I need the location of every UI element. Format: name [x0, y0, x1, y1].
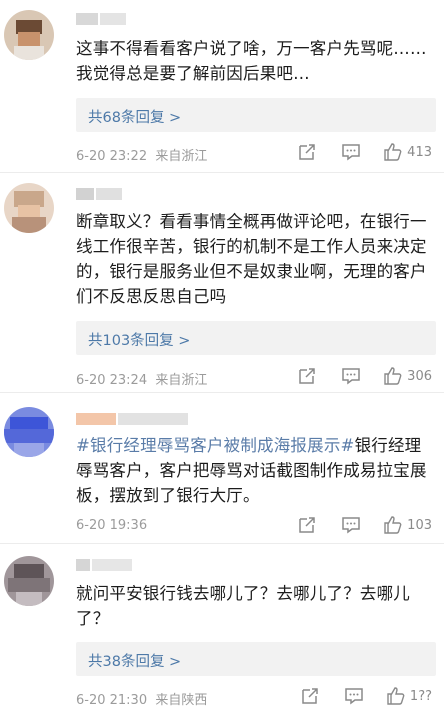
comment-text: 这事不得看看客户说了啥，万一客户先骂呢……我觉得总是要了解前因后果吧… [76, 39, 427, 83]
like-count: 103 [407, 517, 432, 533]
share-icon[interactable] [297, 142, 317, 162]
avatar[interactable] [4, 183, 54, 233]
reply-count-label: 共103条回复 > [88, 333, 191, 349]
hashtag-link[interactable]: #银行经理辱骂客户被制成海报展示# [76, 436, 355, 455]
comment-meta: 6-20 23:22 来自浙江 [76, 145, 207, 164]
comment-text: 断章取义？看看事情全概再做评论吧，在银行一线工作很辛苦，银行的机制不是工作人员来… [76, 212, 427, 306]
share-icon[interactable] [297, 366, 317, 386]
like-icon[interactable] [383, 515, 403, 535]
comment-time: 6-20 21:30 [76, 693, 148, 708]
share-icon[interactable] [300, 686, 320, 706]
comment-actions: 1?? [300, 686, 432, 706]
comment-text: #银行经理辱骂客户被制成海报展示#银行经理辱骂客户，客户把辱骂对话截图制作成易拉… [76, 433, 436, 508]
comment-location: 来自陕西 [155, 693, 208, 708]
like-icon[interactable] [386, 686, 406, 706]
comment-item: 就问平安银行钱去哪儿了？去哪儿了？去哪儿了？ 共38条回复 > 6-20 21:… [0, 544, 444, 716]
comment-icon[interactable] [341, 142, 361, 162]
comment-meta: 6-20 19:36 [76, 518, 147, 533]
like-count: 413 [407, 144, 432, 160]
like-icon[interactable] [383, 366, 403, 386]
avatar[interactable] [4, 556, 54, 606]
comment-location: 来自浙江 [155, 373, 208, 388]
comment-text: 就问平安银行钱去哪儿了？去哪儿了？去哪儿了？ [76, 584, 410, 628]
reply-count-button[interactable]: 共103条回复 > [76, 321, 436, 355]
reply-count-button[interactable]: 共68条回复 > [76, 98, 436, 132]
comment-meta: 6-20 23:24 来自浙江 [76, 369, 207, 388]
comment-item: #银行经理辱骂客户被制成海报展示#银行经理辱骂客户，客户把辱骂对话截图制作成易拉… [0, 393, 444, 543]
comment-time: 6-20 23:24 [76, 373, 148, 388]
comment-meta: 6-20 21:30 来自陕西 [76, 689, 207, 708]
username[interactable] [76, 185, 124, 200]
like-icon[interactable] [383, 142, 403, 162]
avatar[interactable] [4, 10, 54, 60]
comment-item: 这事不得看看客户说了啥，万一客户先骂呢……我觉得总是要了解前因后果吧… 共68条… [0, 0, 444, 172]
avatar[interactable] [4, 407, 54, 457]
reply-count-label: 共68条回复 > [88, 110, 182, 126]
username[interactable] [76, 556, 134, 571]
comment-actions: 413 [297, 142, 432, 162]
comment-icon[interactable] [341, 366, 361, 386]
username[interactable] [76, 410, 190, 425]
comment-actions: 306 [297, 366, 432, 386]
reply-count-label: 共38条回复 > [88, 654, 182, 670]
reply-count-button[interactable]: 共38条回复 > [76, 642, 436, 676]
like-count: 1?? [409, 688, 432, 704]
like-count: 306 [407, 368, 432, 384]
comment-time: 6-20 23:22 [76, 149, 148, 164]
username[interactable] [76, 10, 128, 25]
comment-time: 6-20 19:36 [76, 518, 148, 533]
comment-actions: 103 [297, 515, 432, 535]
comment-location: 来自浙江 [155, 149, 208, 164]
comment-item: 断章取义？看看事情全概再做评论吧，在银行一线工作很辛苦，银行的机制不是工作人员来… [0, 173, 444, 392]
share-icon[interactable] [297, 515, 317, 535]
comment-icon[interactable] [341, 515, 361, 535]
comment-icon[interactable] [344, 686, 364, 706]
